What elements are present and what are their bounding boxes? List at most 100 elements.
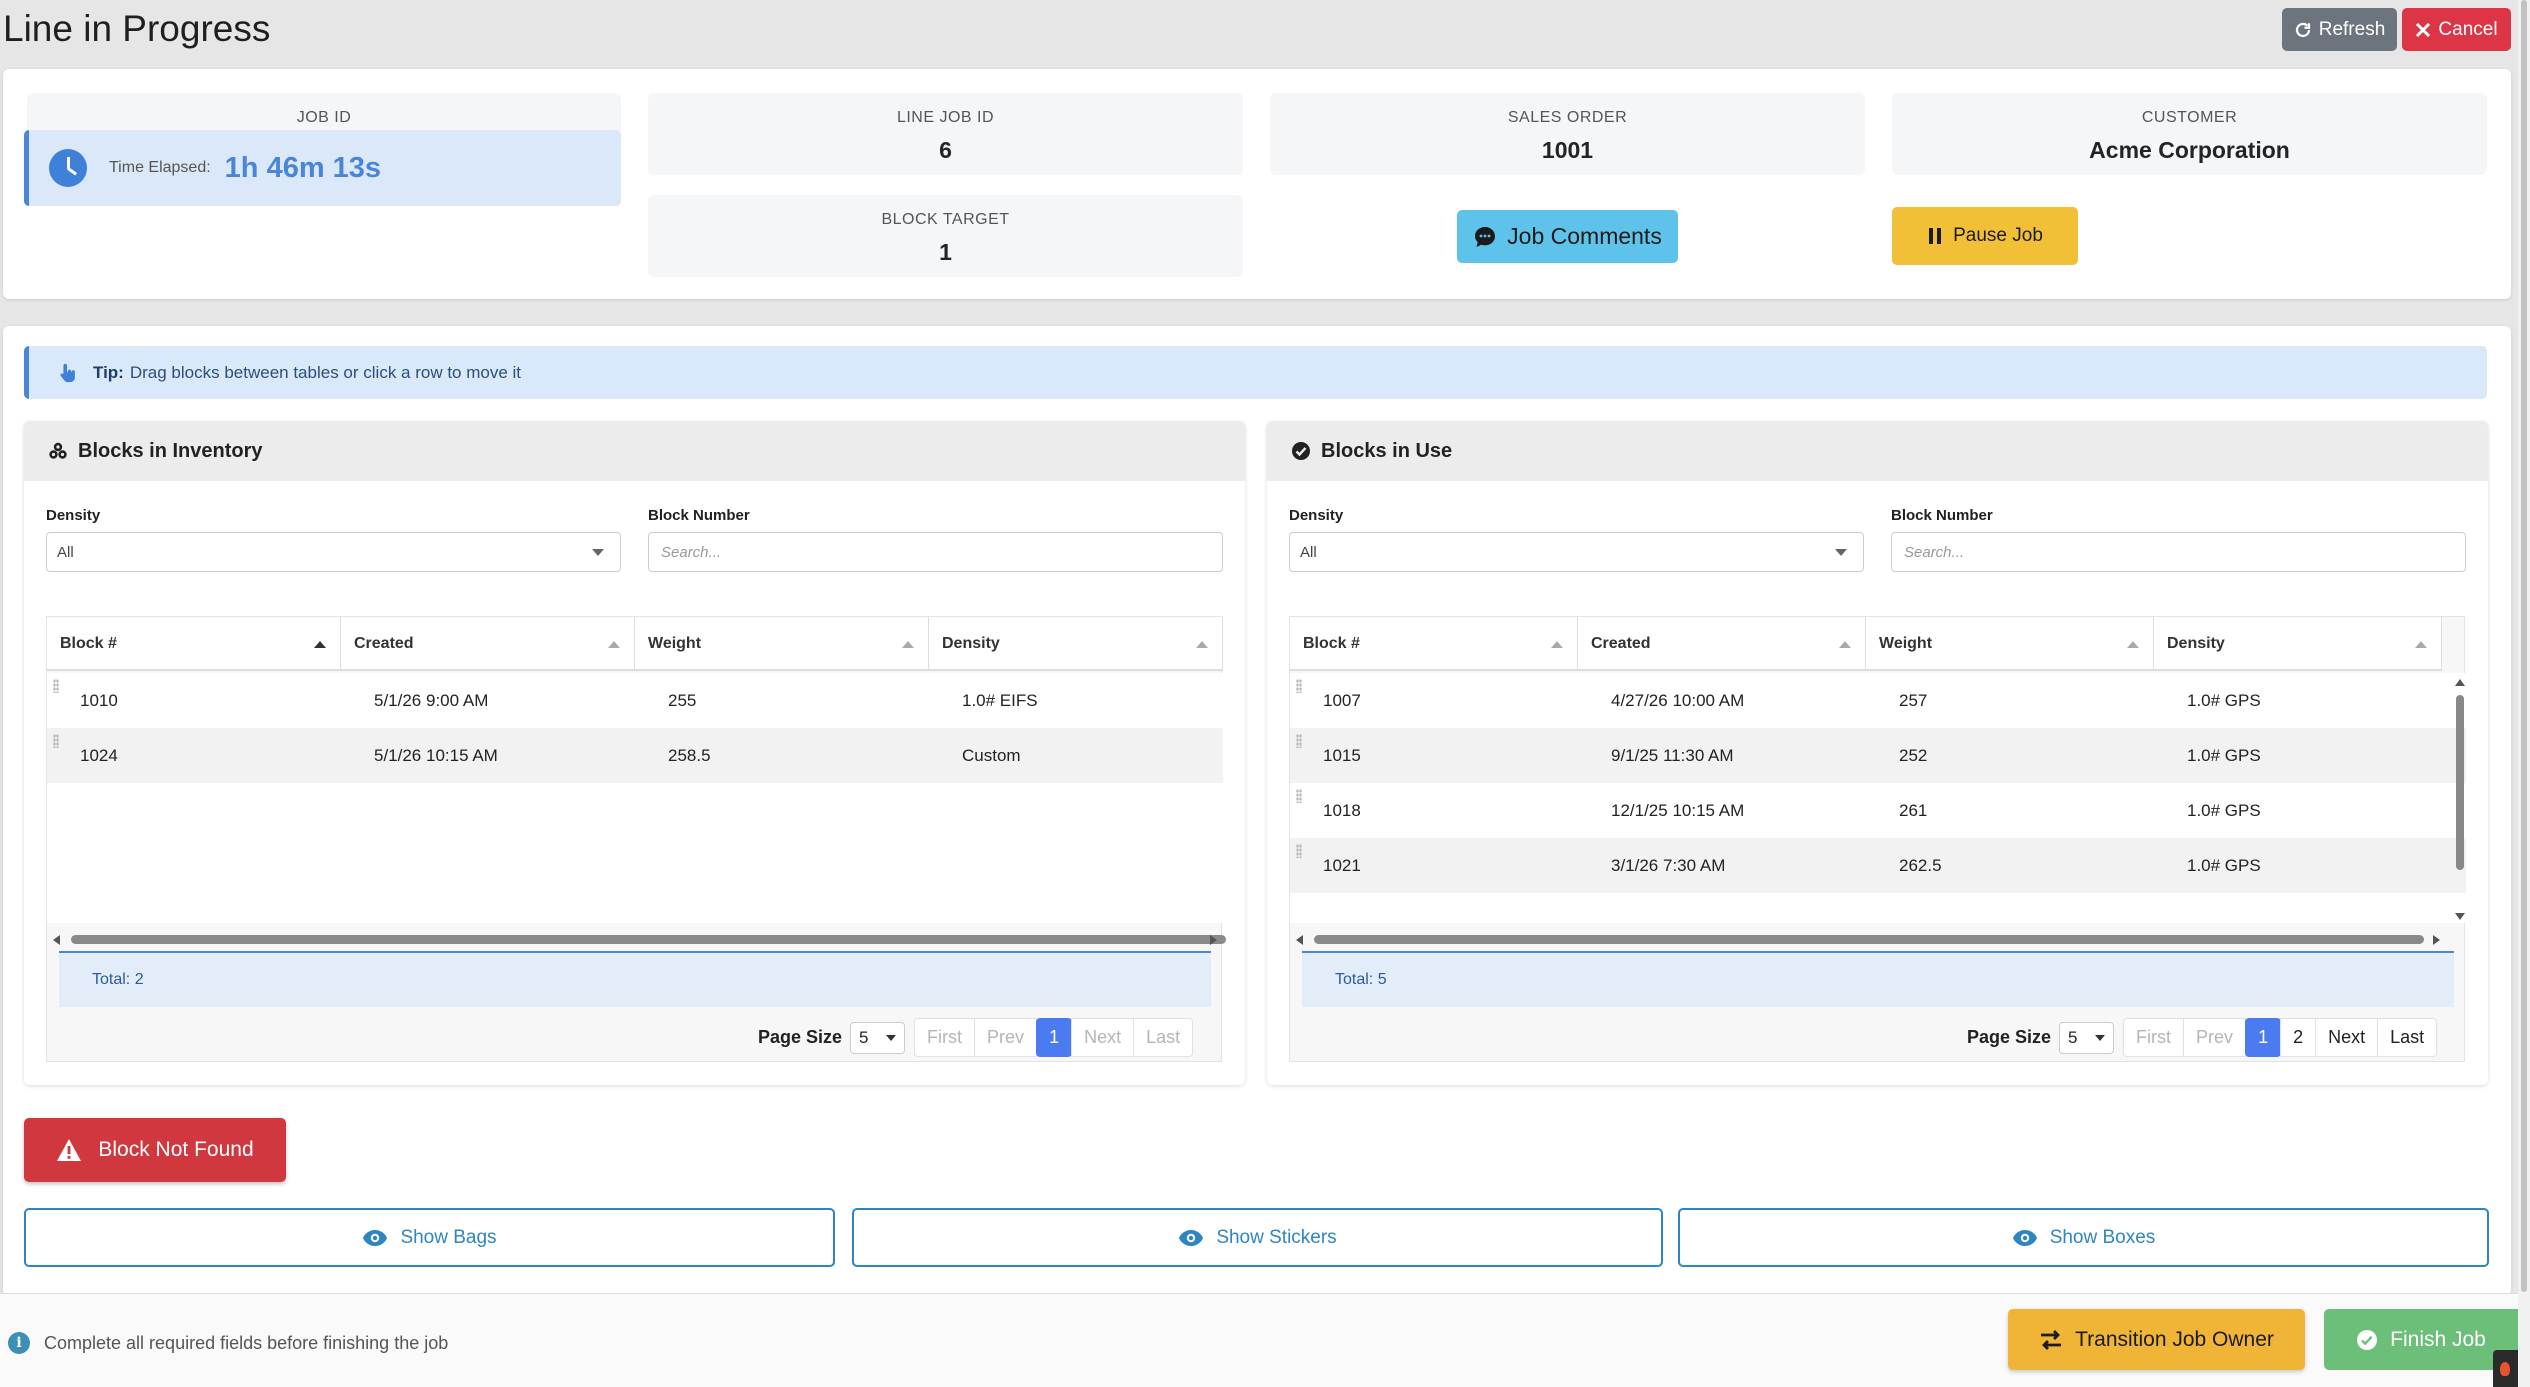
stat-label: LINE JOB ID: [896, 109, 995, 126]
show-bags-button[interactable]: Show Bags: [24, 1208, 835, 1267]
cell-density: Custom: [962, 745, 1021, 765]
page-next-button[interactable]: Next: [1071, 1018, 1135, 1057]
page-header: Line in Progress Refresh Cancel: [0, 0, 2518, 69]
scroll-right-icon[interactable]: [1210, 935, 1217, 945]
column-header-created[interactable]: Created: [341, 617, 635, 671]
check-circle-icon: [2357, 1329, 2378, 1350]
stat-line-job-id: LINE JOB ID 6: [648, 93, 1243, 175]
table-row[interactable]: 1015 9/1/25 11:30 AM 252 1.0# GPS: [1290, 728, 2466, 783]
cell-weight: 261: [1899, 800, 1928, 820]
vertical-scrollbar[interactable]: [2454, 673, 2466, 925]
sort-icon: [2415, 641, 2427, 648]
page-2-button[interactable]: 2: [2280, 1018, 2317, 1057]
cell-density: 1.0# GPS: [2187, 800, 2261, 820]
table-row[interactable]: 1018 12/1/25 10:15 AM 261 1.0# GPS: [1290, 783, 2466, 838]
table-row[interactable]: 1007 4/27/26 10:00 AM 257 1.0# GPS: [1290, 673, 2466, 728]
cell-weight: 252: [1899, 745, 1928, 765]
column-header-weight[interactable]: Weight: [635, 617, 929, 671]
page-size-select[interactable]: 5: [850, 1021, 906, 1054]
page-last-button[interactable]: Last: [2377, 1018, 2438, 1057]
scroll-right-icon[interactable]: [2433, 935, 2440, 945]
table-row[interactable]: 1010 5/1/26 9:00 AM 255 1.0# EIFS: [47, 673, 1223, 728]
table-row[interactable]: 1024 5/1/26 10:15 AM 258.5 Custom: [47, 728, 1223, 783]
cell-block: 1018: [1323, 800, 1361, 820]
page-next-button[interactable]: Next: [2315, 1018, 2379, 1057]
page-first-button[interactable]: First: [914, 1018, 976, 1057]
sort-icon: [1839, 641, 1851, 648]
tip-bold: Tip:: [93, 362, 124, 382]
cell-created: 5/1/26 10:15 AM: [374, 745, 498, 765]
column-label: Block #: [60, 635, 117, 652]
scroll-left-icon[interactable]: [53, 935, 60, 945]
sort-icon: [2127, 641, 2139, 648]
finish-job-button[interactable]: Finish Job: [2324, 1309, 2518, 1370]
column-header-created[interactable]: Created: [1578, 617, 1866, 671]
refresh-button[interactable]: Refresh: [2282, 8, 2397, 51]
tip-text: Drag blocks between tables or click a ro…: [129, 362, 522, 382]
comment-icon: [1475, 226, 1496, 247]
page-first-button[interactable]: First: [2123, 1018, 2185, 1057]
page-scrollbar[interactable]: [2518, 0, 2530, 1387]
page-prev-button[interactable]: Prev: [2183, 1018, 2247, 1057]
drag-handle-icon[interactable]: [53, 734, 59, 748]
page-1-button[interactable]: 1: [1036, 1018, 1073, 1057]
cell-created: 9/1/25 11:30 AM: [1611, 745, 1734, 765]
block-number-search-input[interactable]: Search...: [648, 532, 1223, 572]
page-last-button[interactable]: Last: [1133, 1018, 1194, 1057]
density-filter-value: All: [1300, 543, 1317, 561]
page-size-select[interactable]: 5: [2059, 1021, 2115, 1054]
cell-block: 1021: [1323, 855, 1361, 875]
scrollbar-thumb[interactable]: [1314, 935, 2424, 944]
drag-handle-icon[interactable]: [53, 679, 59, 693]
inventory-title: Blocks in Inventory: [78, 439, 263, 462]
warning-icon: [57, 1139, 82, 1161]
time-elapsed-label: Time Elapsed:: [109, 159, 211, 176]
scrollbar-thumb[interactable]: [2456, 695, 2464, 870]
page-scrollbar-thumb[interactable]: [2521, 0, 2527, 1292]
drag-handle-icon[interactable]: [1296, 789, 1302, 803]
job-comments-button[interactable]: Job Comments: [1457, 210, 1678, 263]
in-use-panel: Blocks in Use Density All Block Number S…: [1267, 421, 2488, 1085]
scroll-left-icon[interactable]: [1296, 935, 1303, 945]
footer-note-text: Complete all required fields before fini…: [44, 1332, 449, 1353]
drag-handle-icon[interactable]: [1296, 679, 1302, 693]
column-header-density[interactable]: Density: [929, 617, 1223, 671]
column-header-block[interactable]: Block #: [47, 617, 341, 671]
stat-value: Acme Corporation: [2089, 137, 2290, 163]
block-number-search-input[interactable]: Search...: [1891, 532, 2466, 572]
transition-job-owner-label: Transition Job Owner: [2075, 1327, 2274, 1351]
column-header-block[interactable]: Block #: [1290, 617, 1578, 671]
transition-job-owner-button[interactable]: Transition Job Owner: [2008, 1309, 2305, 1370]
density-filter-select[interactable]: All: [1289, 532, 1864, 572]
sort-icon: [608, 641, 620, 648]
column-label: Density: [2167, 635, 2225, 652]
column-header-weight[interactable]: Weight: [1866, 617, 2154, 671]
horizontal-scrollbar[interactable]: [47, 931, 1226, 945]
refresh-icon: [2295, 22, 2310, 37]
cell-density: 1.0# GPS: [2187, 855, 2261, 875]
sort-icon: [1196, 641, 1208, 648]
show-boxes-button[interactable]: Show Boxes: [1678, 1208, 2489, 1267]
horizontal-scrollbar[interactable]: [1290, 931, 2466, 945]
scroll-up-icon[interactable]: [2455, 679, 2465, 686]
density-filter-value: All: [57, 543, 74, 561]
cell-weight: 257: [1899, 690, 1928, 710]
cancel-button[interactable]: Cancel: [2402, 8, 2511, 51]
pause-job-button[interactable]: Pause Job: [1892, 207, 2078, 265]
page-1-button[interactable]: 1: [2245, 1018, 2282, 1057]
column-header-density[interactable]: Density: [2154, 617, 2442, 671]
scrollbar-thumb[interactable]: [71, 935, 1226, 944]
stat-customer: CUSTOMER Acme Corporation: [1892, 93, 2487, 175]
page-prev-button[interactable]: Prev: [974, 1018, 1038, 1057]
table-row[interactable]: 1021 3/1/26 7:30 AM 262.5 1.0# GPS: [1290, 838, 2466, 893]
sort-icon: [902, 641, 914, 648]
column-label: Density: [942, 635, 1000, 652]
show-stickers-button[interactable]: Show Stickers: [852, 1208, 1663, 1267]
scroll-down-icon[interactable]: [2455, 913, 2465, 920]
block-not-found-button[interactable]: Block Not Found: [24, 1118, 286, 1182]
stat-label: BLOCK TARGET: [881, 211, 1010, 228]
drag-handle-icon[interactable]: [1296, 734, 1302, 748]
drag-handle-icon[interactable]: [1296, 844, 1302, 858]
density-filter-select[interactable]: All: [46, 532, 621, 572]
inventory-panel-header: Blocks in Inventory: [24, 421, 1245, 481]
